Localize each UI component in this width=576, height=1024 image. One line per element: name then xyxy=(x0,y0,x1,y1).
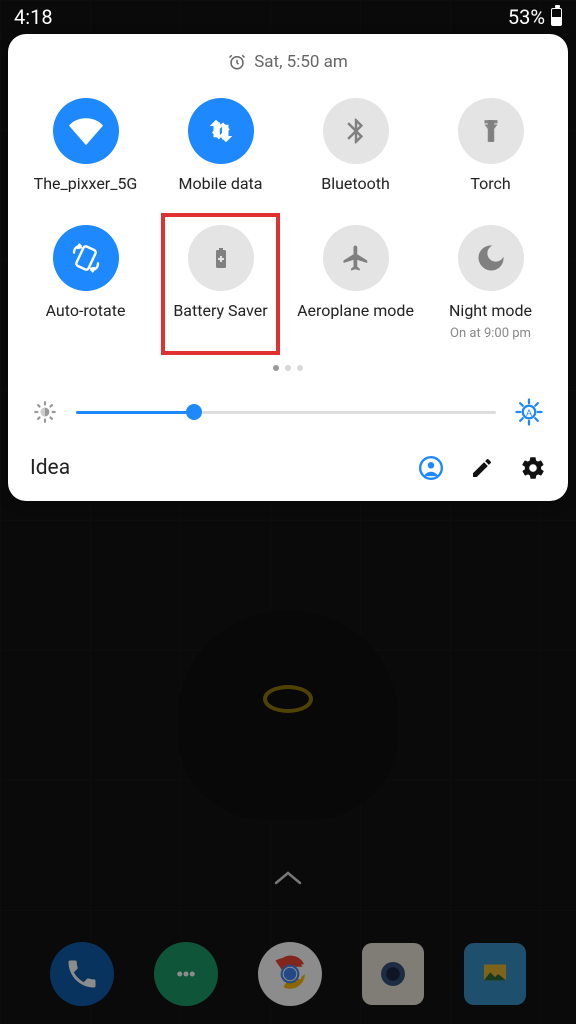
battery-icon xyxy=(551,8,562,26)
battery-percentage: 53% xyxy=(508,5,545,29)
app-phone[interactable] xyxy=(50,942,114,1006)
phone-icon xyxy=(64,956,100,992)
app-chrome[interactable] xyxy=(258,942,322,1006)
tile-label: Night mode xyxy=(449,301,532,320)
alarm-indicator[interactable]: Sat, 5:50 am xyxy=(18,52,558,72)
tile-night-mode[interactable]: Night mode On at 9:00 pm xyxy=(423,225,558,341)
tile-label: The_pixxer_5G xyxy=(34,174,138,193)
dot-3 xyxy=(297,365,303,371)
tile-aeroplane-mode[interactable]: Aeroplane mode xyxy=(288,225,423,341)
dot-2 xyxy=(285,365,291,371)
airplane-icon xyxy=(341,243,371,273)
panel-footer: Idea xyxy=(18,455,558,485)
status-bar: 4:18 53% xyxy=(0,0,576,34)
gallery-icon xyxy=(476,955,514,993)
brightness-row: A xyxy=(18,397,558,427)
tile-label: Aeroplane mode xyxy=(297,301,414,320)
dock xyxy=(0,942,576,1006)
tile-wifi[interactable]: The_pixxer_5G xyxy=(18,98,153,193)
brightness-low-icon xyxy=(32,399,58,425)
battery-saver-icon xyxy=(209,246,233,270)
page-indicator[interactable] xyxy=(18,365,558,371)
wallpaper-character xyxy=(178,580,398,840)
dot-1 xyxy=(273,365,279,371)
data-arrows-icon xyxy=(206,116,236,146)
tile-label: Bluetooth xyxy=(321,174,390,193)
quick-settings-panel: Sat, 5:50 am The_pixxer_5G Mobile data xyxy=(8,34,568,501)
bluetooth-icon xyxy=(341,116,371,146)
svg-text:A: A xyxy=(526,408,532,418)
tile-label: Torch xyxy=(470,174,510,193)
tile-sublabel: On at 9:00 pm xyxy=(450,326,531,341)
wifi-icon xyxy=(69,114,103,148)
slider-thumb[interactable] xyxy=(186,404,202,420)
camera-icon xyxy=(375,956,411,992)
tile-bluetooth[interactable]: Bluetooth xyxy=(288,98,423,193)
edit-icon[interactable] xyxy=(470,456,494,480)
moon-icon xyxy=(476,243,506,273)
swipe-up-indicator[interactable] xyxy=(273,870,303,886)
status-time: 4:18 xyxy=(14,5,53,29)
chat-icon xyxy=(171,959,201,989)
tile-label: Mobile data xyxy=(179,174,263,193)
chrome-icon xyxy=(265,949,315,999)
app-messages[interactable] xyxy=(154,942,218,1006)
slider-fill xyxy=(76,411,194,414)
app-camera[interactable] xyxy=(362,943,424,1005)
tile-battery-saver[interactable]: Battery Saver xyxy=(153,225,288,341)
carrier-label: Idea xyxy=(30,456,418,480)
torch-icon xyxy=(478,118,504,144)
tile-torch[interactable]: Torch xyxy=(423,98,558,193)
tile-label: Auto-rotate xyxy=(46,301,126,320)
brightness-slider[interactable] xyxy=(76,411,496,414)
app-gallery[interactable] xyxy=(464,943,526,1005)
alarm-icon xyxy=(228,53,246,71)
settings-icon[interactable] xyxy=(520,455,546,481)
tile-mobile-data[interactable]: Mobile data xyxy=(153,98,288,193)
quick-tiles-grid: The_pixxer_5G Mobile data Bluetooth xyxy=(18,98,558,341)
brightness-auto-icon[interactable]: A xyxy=(514,397,544,427)
user-icon[interactable] xyxy=(418,455,444,481)
tile-auto-rotate[interactable]: Auto-rotate xyxy=(18,225,153,341)
alarm-text: Sat, 5:50 am xyxy=(254,52,348,72)
tile-label: Battery Saver xyxy=(173,301,267,320)
rotate-icon xyxy=(70,242,102,274)
